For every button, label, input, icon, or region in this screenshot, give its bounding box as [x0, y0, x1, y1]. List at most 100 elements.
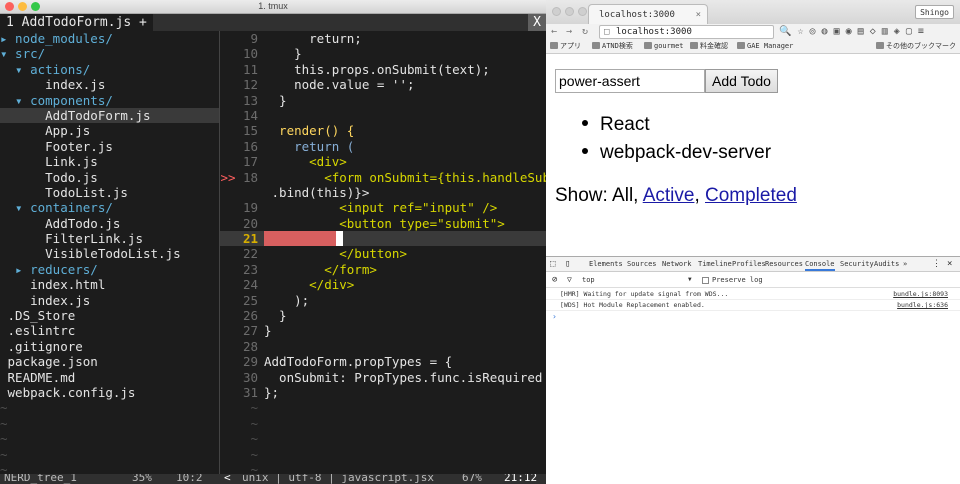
status-percent: 67% — [462, 474, 482, 484]
code-line: 27} — [220, 323, 546, 338]
vim-tab-close-button[interactable]: X — [528, 14, 546, 31]
empty-line-marker: ~ — [220, 462, 546, 474]
code-text: render() { — [264, 123, 355, 139]
code-line: 31}; — [220, 385, 546, 400]
close-window-icon[interactable] — [552, 7, 561, 16]
tab-profiles[interactable]: Profiles — [732, 257, 766, 272]
bookmark-atnd[interactable]: ATND検索 — [592, 40, 633, 53]
tree-file[interactable]: VisibleTodoList.js — [0, 246, 220, 261]
filter-icon[interactable]: ▽ — [567, 273, 572, 287]
console-source-link[interactable]: bundle.js:636 — [897, 300, 948, 311]
zoom-window-icon[interactable] — [578, 7, 587, 16]
empty-line-marker: ~ — [0, 461, 8, 474]
browser-toolbar: ← → ↻ □ localhost:3000 🔍 ☆ ◎ ◍ ▣ ◉ ▤ ◇ ▥… — [546, 24, 960, 40]
tab-close-icon[interactable]: × — [696, 5, 701, 25]
bookmark-gourmet[interactable]: gourmet — [644, 40, 684, 53]
console-prompt[interactable]: › — [546, 311, 960, 322]
tree-file[interactable]: App.js — [0, 123, 220, 138]
tab-more[interactable]: » — [903, 257, 907, 272]
tab-sources[interactable]: Sources — [627, 257, 657, 272]
line-number: ~ — [250, 446, 258, 462]
tab-network[interactable]: Network — [662, 257, 692, 272]
bookmark-apps[interactable]: アプリ — [550, 40, 581, 53]
code-editor[interactable]: 9 return; 10 } 11 this.props.onSubmit(text… — [220, 31, 546, 474]
terminal-titlebar: 1. tmux — [0, 0, 546, 14]
code-line: 15 render() { — [220, 123, 546, 138]
filter-completed-link[interactable]: Completed — [705, 185, 797, 206]
preserve-log-checkbox[interactable] — [702, 277, 709, 284]
status-tree-position: 10:2 — [176, 474, 203, 484]
menu-icon[interactable]: ⋮ — [932, 257, 941, 272]
line-number: 16 — [242, 138, 258, 154]
terminal-title: 1. tmux — [258, 1, 288, 11]
tree-file[interactable]: Todo.js — [0, 170, 220, 185]
tree-file[interactable]: webpack.config.js — [0, 385, 220, 400]
todo-input[interactable]: power-assert — [555, 69, 705, 93]
minimize-window-icon[interactable] — [565, 7, 574, 16]
extension-icons[interactable]: 🔍 ☆ ◎ ◍ ▣ ◉ ▤ ◇ ▥ ◈ ▢ ≡ — [779, 26, 924, 37]
tree-folder[interactable]: ▾ actions/ — [0, 62, 220, 77]
code-line: .bind(this)}> — [220, 185, 546, 200]
tree-folder[interactable]: ▸ reducers/ — [0, 262, 220, 277]
list-item[interactable]: React — [582, 111, 771, 139]
tab-security[interactable]: Security — [840, 257, 874, 272]
console-message: [HMR] Waiting for update signal from WDS… — [546, 289, 960, 300]
bookmark-gae-manager[interactable]: GAE Manager — [737, 40, 793, 53]
code-line: 13 } — [220, 93, 546, 108]
clear-console-icon[interactable]: ⊘ — [552, 273, 557, 287]
filter-active-link[interactable]: Active — [643, 185, 695, 206]
code-line: 26 } — [220, 308, 546, 323]
back-icon[interactable]: ← — [551, 26, 557, 37]
vim-tab-active[interactable]: 1 AddTodoForm.js + — [0, 14, 153, 31]
tree-file[interactable]: AddTodo.js — [0, 216, 220, 231]
bookmark-price[interactable]: 料金確認 — [690, 40, 728, 53]
user-profile-button[interactable]: Shingo — [915, 5, 954, 19]
code-text: <input ref="input" /> — [264, 200, 498, 216]
tree-folder[interactable]: ▾ containers/ — [0, 200, 220, 215]
address-bar[interactable]: □ localhost:3000 — [599, 25, 774, 39]
tree-file[interactable]: TodoList.js — [0, 185, 220, 200]
context-select[interactable]: top — [582, 273, 595, 287]
line-number: 26 — [242, 308, 258, 324]
code-text: } — [264, 323, 272, 339]
close-icon[interactable]: × — [947, 257, 952, 272]
tree-folder[interactable]: ▾ components/ — [0, 93, 220, 108]
list-item[interactable]: webpack-dev-server — [582, 139, 771, 167]
tree-file[interactable]: README.md — [0, 370, 220, 385]
line-number: 20 — [242, 215, 258, 231]
code-line: 21 — [220, 231, 546, 247]
tab-elements[interactable]: Elements — [589, 257, 623, 272]
browser-tab[interactable]: localhost:3000 × — [588, 4, 708, 24]
line-number: 27 — [242, 323, 258, 339]
device-mode-icon[interactable]: ▯ — [565, 257, 570, 272]
code-line: 9 return; — [220, 31, 546, 46]
tree-folder[interactable]: ▾ src/ — [0, 46, 220, 61]
code-text: }; — [264, 384, 280, 400]
tree-folder[interactable]: ▸ node_modules/ — [0, 31, 220, 46]
code-text: } — [264, 46, 302, 62]
tab-timeline[interactable]: Timeline — [698, 257, 732, 272]
tree-file[interactable]: package.json — [0, 354, 220, 369]
reload-icon[interactable]: ↻ — [582, 26, 588, 37]
tree-file[interactable]: index.js — [0, 293, 220, 308]
tab-console[interactable]: Console — [805, 257, 835, 271]
forward-icon[interactable]: → — [566, 26, 572, 37]
tree-file[interactable]: index.html — [0, 277, 220, 292]
code-text: node.value = ''; — [264, 77, 415, 93]
tree-file[interactable]: FilterLink.js — [0, 231, 220, 246]
tree-file[interactable]: Footer.js — [0, 139, 220, 154]
add-todo-button[interactable]: Add Todo — [705, 69, 778, 93]
code-line: 29 AddTodoForm.propTypes = { — [220, 354, 546, 369]
tree-file[interactable]: .eslintrc — [0, 323, 220, 338]
console-source-link[interactable]: bundle.js:8093 — [893, 289, 948, 300]
tree-file[interactable]: .DS_Store — [0, 308, 220, 323]
apps-icon — [550, 42, 558, 49]
inspect-icon[interactable]: ⬚ — [550, 257, 555, 272]
tab-audits[interactable]: Audits — [874, 257, 899, 272]
tree-file[interactable]: Link.js — [0, 154, 220, 169]
tree-file[interactable]: .gitignore — [0, 339, 220, 354]
tree-file[interactable]: index.js — [0, 77, 220, 92]
tab-resources[interactable]: Resources — [765, 257, 803, 272]
bookmark-other[interactable]: その他のブックマーク — [876, 40, 956, 53]
tree-file[interactable]: AddTodoForm.js — [0, 107, 220, 124]
